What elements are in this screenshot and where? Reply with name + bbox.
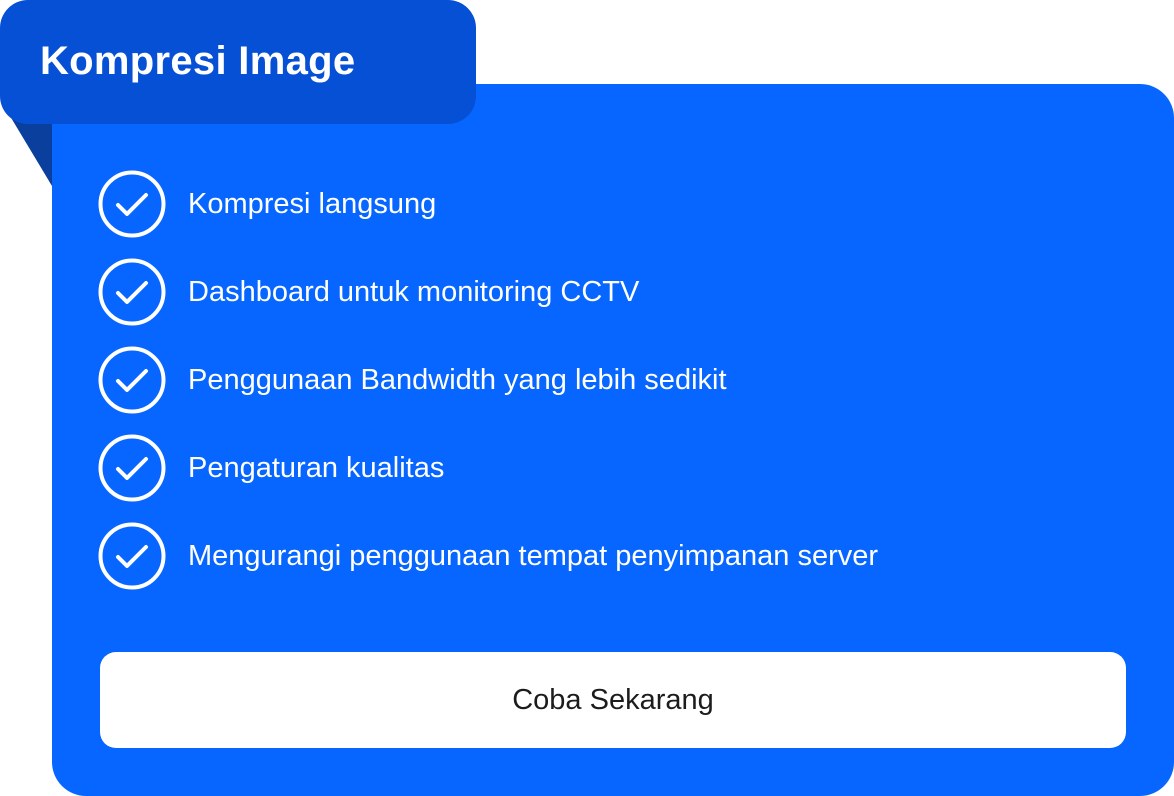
check-circle-icon: [98, 258, 166, 326]
check-circle-icon: [98, 170, 166, 238]
feature-item: Mengurangi penggunaan tempat penyimpanan…: [98, 522, 878, 590]
feature-list: Kompresi langsung Dashboard untuk monito…: [98, 170, 878, 610]
check-circle-icon: [98, 346, 166, 414]
check-circle-icon: [98, 434, 166, 502]
feature-item: Penggunaan Bandwidth yang lebih sedikit: [98, 346, 878, 414]
feature-label: Mengurangi penggunaan tempat penyimpanan…: [188, 539, 879, 572]
pricing-card-stage: Kompresi Image Kompresi langsung Dashboa…: [0, 0, 1174, 796]
card-title-tab: Kompresi Image: [0, 0, 476, 124]
try-now-button[interactable]: Coba Sekarang: [100, 652, 1126, 748]
card-title: Kompresi Image: [40, 38, 356, 83]
feature-label: Penggunaan Bandwidth yang lebih sedikit: [188, 363, 727, 396]
check-circle-icon: [98, 522, 166, 590]
feature-label: Pengaturan kualitas: [188, 451, 445, 484]
feature-label: Dashboard untuk monitoring CCTV: [188, 275, 640, 308]
feature-item: Pengaturan kualitas: [98, 434, 878, 502]
feature-label: Kompresi langsung: [188, 187, 437, 220]
feature-item: Dashboard untuk monitoring CCTV: [98, 258, 878, 326]
feature-item: Kompresi langsung: [98, 170, 878, 238]
